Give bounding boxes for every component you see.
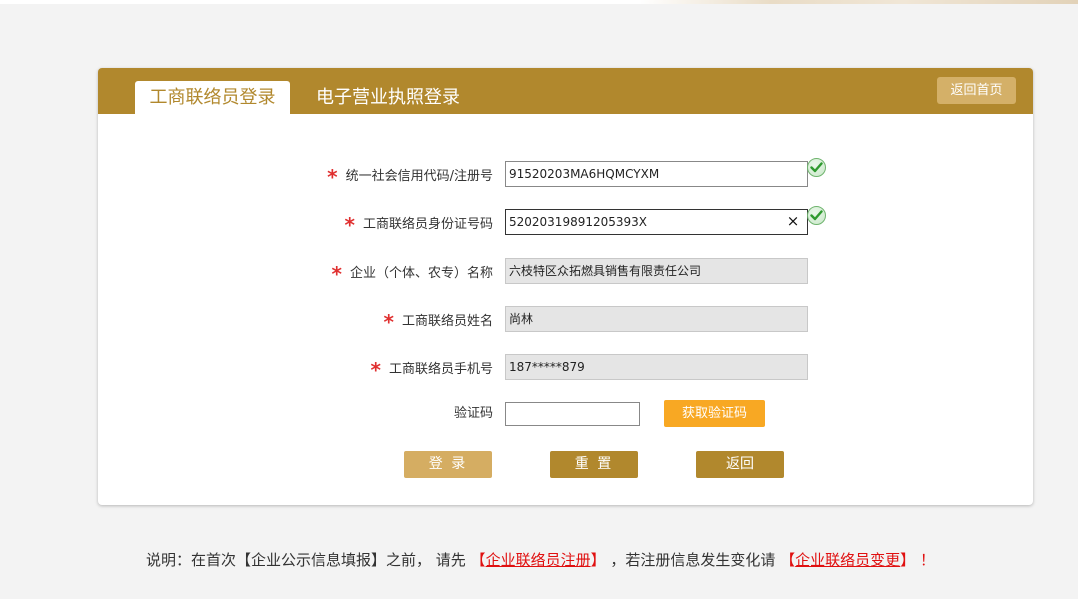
credit-code-input[interactable] [505,161,808,187]
tab-liaison-login[interactable]: 工商联络员登录 [135,81,290,114]
captcha-label: 验证码 [453,406,493,421]
instruction-note: 说明：在首次【企业公示信息填报】之前， 请先 【企业联络员注册】 ，若注册信息发… [146,549,935,571]
check-valid-icon [807,158,826,177]
login-button[interactable]: 登 录 [404,451,492,478]
back-home-button[interactable]: 返回首页 [937,77,1016,104]
check-valid-icon [807,206,826,225]
captcha-row: 验证码 获取验证码 [98,400,1033,427]
credit-code-row: * 统一社会信用代码/注册号 [98,158,1033,189]
required-mark: * [327,165,338,189]
phone-label: * 工商联络员手机号 [370,358,493,382]
required-mark: * [344,213,355,237]
note-middle: ，若注册信息发生变化请 [605,551,781,569]
id-number-row: *工商联络员身份证号码 × [98,206,1033,237]
change-link[interactable]: 企业联络员变更 [795,551,900,569]
contact-name-label: * 工商联络员姓名 [383,310,493,334]
required-mark: * [370,358,381,382]
bracket-close: 】 [590,551,606,569]
reset-button[interactable]: 重 置 [550,451,638,478]
bracket-close: 】 [900,551,916,569]
get-code-button[interactable]: 获取验证码 [664,400,765,427]
tab-e-license-login[interactable]: 电子营业执照登录 [308,81,468,114]
contact-name-input [505,306,808,332]
company-name-label: * 企业（个体、农专）名称 [331,262,493,286]
required-mark: * [383,310,394,334]
company-name-row: * 企业（个体、农专）名称 [98,258,1033,286]
captcha-input[interactable] [505,402,640,426]
bracket-open: 【 [470,551,486,569]
id-number-input[interactable] [505,209,808,235]
credit-code-label: * 统一社会信用代码/注册号 [327,165,493,189]
company-name-input [505,258,808,284]
login-panel: 工商联络员登录 电子营业执照登录 返回首页 *统一社会信用代码/注册号 *工商联… [98,68,1033,505]
clear-input-icon[interactable]: × [786,210,800,232]
note-suffix: ！ [915,551,935,569]
bracket-open: 【 [780,551,796,569]
back-button[interactable]: 返回 [696,451,784,478]
phone-input [505,354,808,380]
phone-row: * 工商联络员手机号 [98,354,1033,382]
required-mark: * [331,262,342,286]
top-decoration [640,0,1078,4]
id-number-label: * 工商联络员身份证号码 [344,213,493,237]
panel-header: 工商联络员登录 电子营业执照登录 返回首页 [98,68,1033,114]
note-prefix: 说明：在首次【企业公示信息填报】之前， 请先 [146,551,471,569]
contact-name-row: * 工商联络员姓名 [98,306,1033,334]
register-link[interactable]: 企业联络员注册 [486,551,591,569]
